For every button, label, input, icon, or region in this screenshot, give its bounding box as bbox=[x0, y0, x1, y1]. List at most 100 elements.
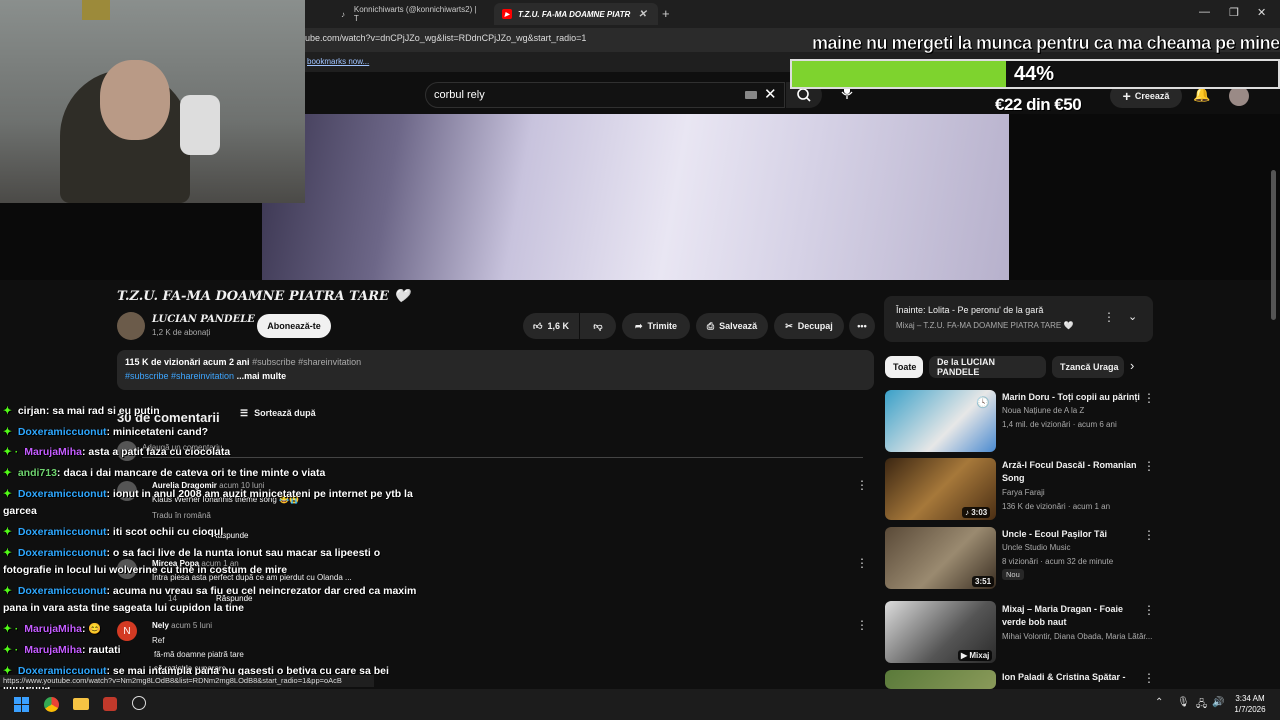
video-menu-icon[interactable]: ⋮ bbox=[1143, 391, 1155, 405]
tab-youtube[interactable]: ▶ T.Z.U. FA-MA DOAMNE PIATR ✕ bbox=[494, 3, 658, 25]
chrome-icon[interactable] bbox=[44, 697, 59, 712]
minimize-icon[interactable]: — bbox=[1199, 6, 1210, 18]
chat-text: : asta a patit faza cu ciocolata bbox=[81, 446, 231, 458]
like-button[interactable]: 👍︎ 1,6 K bbox=[523, 313, 579, 339]
sort-comments-button[interactable]: ☰ Sortează după bbox=[240, 408, 316, 419]
obs-icon[interactable] bbox=[132, 696, 146, 710]
comment-avatar[interactable]: N bbox=[117, 621, 137, 641]
video-menu-icon[interactable]: ⋮ bbox=[1143, 459, 1155, 473]
restore-icon[interactable]: ❐ bbox=[1229, 6, 1239, 19]
video-channel[interactable]: Uncle Studio Music bbox=[1002, 543, 1070, 552]
tiktok-icon: ♪ bbox=[340, 9, 345, 19]
video-menu-icon[interactable]: ⋮ bbox=[1143, 603, 1155, 617]
chat-text: : rautati bbox=[81, 644, 121, 656]
comment-author[interactable]: Nely bbox=[152, 621, 169, 630]
channel-name[interactable]: LUCIAN PANDELE bbox=[152, 314, 255, 325]
dislike-button[interactable]: 👎︎ bbox=[580, 313, 616, 339]
video-title[interactable]: Marin Doru - Toți copii au părinți bbox=[1002, 391, 1142, 404]
share-button[interactable]: ➦ Trimite bbox=[622, 313, 690, 339]
clip-button[interactable]: ✂ Decupaj bbox=[774, 313, 844, 339]
comment-menu-icon[interactable]: ⋮ bbox=[856, 556, 868, 570]
channel-avatar[interactable] bbox=[117, 312, 145, 340]
chat-message: ✦ · MarujaMiha: 😊 bbox=[3, 621, 101, 638]
search-value: corbul rely bbox=[434, 89, 485, 101]
chat-text: : iti scot ochii cu cioqul bbox=[106, 526, 224, 538]
tray-mic-icon[interactable]: 🎙 bbox=[1177, 697, 1190, 708]
video-duration: ♪ 3:03 bbox=[962, 507, 991, 518]
chat-message: ✦ · MarujaMiha: asta a patit faza cu cioc… bbox=[3, 444, 230, 461]
more-actions-button[interactable]: ••• bbox=[849, 313, 875, 339]
close-window-icon[interactable]: ✕ bbox=[1257, 6, 1266, 19]
comment-input-underline bbox=[142, 457, 863, 458]
video-title[interactable]: Uncle - Ecoul Pașilor Tăi bbox=[1002, 528, 1142, 541]
keyboard-icon[interactable] bbox=[745, 91, 757, 99]
translate-link[interactable]: Tradu în română bbox=[152, 511, 211, 520]
chip-all[interactable]: Toate bbox=[885, 356, 923, 378]
comment-time[interactable]: acum 5 luni bbox=[171, 621, 212, 630]
chevron-down-icon[interactable]: ⌄ bbox=[1128, 310, 1137, 323]
chat-badge-icon: ✦ bbox=[3, 585, 12, 597]
chat-text: : 😊 bbox=[81, 623, 102, 635]
account-avatar[interactable] bbox=[1229, 86, 1249, 106]
video-menu-icon[interactable]: ⋮ bbox=[1143, 671, 1155, 685]
bookmarks-link[interactable]: bookmarks now... bbox=[307, 57, 369, 66]
video-title[interactable]: Arză-l Focul Dascăl - Romanian Song bbox=[1002, 459, 1142, 485]
up-next-menu-icon[interactable]: ⋮ bbox=[1103, 310, 1115, 324]
video-title[interactable]: Ion Paladi & Cristina Spătar - bbox=[1002, 671, 1142, 684]
youtube-icon: ▶ bbox=[502, 9, 512, 19]
comment-text: Ref bbox=[152, 636, 165, 645]
comment-header: Nely acum 5 luni bbox=[152, 621, 212, 630]
address-bar[interactable]: ube.com/watch?v=dnCPjJZo_wg&list=RDdnCPj… bbox=[305, 33, 586, 43]
chat-text: : acuma nu vreau sa fiu eu cel neincreza… bbox=[106, 585, 417, 597]
chat-message: ✦ Doxeramiccuonut: ionut in anul 2008 am … bbox=[3, 486, 413, 503]
video-title[interactable]: Mixaj – Maria Dragan - Foaie verde bob n… bbox=[1002, 603, 1142, 629]
chat-message-continued: garcea bbox=[3, 505, 37, 517]
hashtags-link[interactable]: #subscribe #shareinvitation bbox=[125, 371, 234, 381]
donation-progress-fill bbox=[792, 61, 1006, 87]
chat-message: ✦ cirjan: sa mai rad si eu putin bbox=[3, 403, 160, 420]
description-box[interactable] bbox=[117, 350, 874, 390]
app-icon[interactable] bbox=[103, 697, 117, 711]
chat-username: Doxeramiccuonut bbox=[17, 585, 107, 597]
video-channel[interactable]: Mihai Volontir, Diana Obada, Maria Lătăr… bbox=[1002, 632, 1152, 641]
chat-message: ✦ Doxeramiccuonut: acuma nu vreau sa fiu … bbox=[3, 583, 416, 600]
comment-menu-icon[interactable]: ⋮ bbox=[856, 478, 868, 492]
tab-tiktok[interactable]: ♪ Konnichiwarts (@konnichiwarts2) | T bbox=[330, 3, 490, 25]
comment-menu-icon[interactable]: ⋮ bbox=[856, 618, 868, 632]
link-status-bar: https://www.youtube.com/watch?v=Nm2mg8LO… bbox=[0, 675, 374, 687]
video-menu-icon[interactable]: ⋮ bbox=[1143, 528, 1155, 542]
chat-message: ✦ · MarujaMiha: rautati bbox=[3, 642, 121, 659]
network-icon[interactable]: 🖧 bbox=[1196, 697, 1207, 714]
chat-text: : o sa faci live de la nunta ionut sau m… bbox=[106, 547, 381, 559]
chat-badge-icon: ✦ · bbox=[3, 446, 19, 458]
tray-chevron-icon[interactable]: ⌃ bbox=[1155, 697, 1163, 708]
taskbar-clock[interactable]: 3:34 AM 1/7/2026 bbox=[1230, 693, 1270, 715]
new-tab-button[interactable]: + bbox=[662, 6, 670, 21]
playlist-mix-label: ▶ Mixaj bbox=[958, 650, 993, 661]
close-tab-icon[interactable]: ✕ bbox=[638, 9, 646, 20]
clear-search-icon[interactable]: ✕ bbox=[764, 85, 777, 103]
video-meta: 136 K de vizionări · acum 1 an bbox=[1002, 502, 1111, 511]
chip-tzanca[interactable]: Tzancă Uraga bbox=[1052, 356, 1124, 378]
new-badge: Nou bbox=[1002, 569, 1024, 580]
video-thumbnail[interactable] bbox=[885, 670, 996, 689]
save-button[interactable]: ⎙ Salvează bbox=[696, 313, 768, 339]
video-channel[interactable]: Farya Faraji bbox=[1002, 488, 1045, 497]
subscribe-button[interactable]: Abonează-te bbox=[257, 314, 331, 338]
chat-username: Doxeramiccuonut bbox=[17, 488, 107, 500]
microphone bbox=[180, 95, 220, 155]
video-channel[interactable]: Noua Națiune de A la Z bbox=[1002, 406, 1084, 415]
windows-start-icon[interactable] bbox=[14, 697, 30, 718]
show-more-link[interactable]: ...mai multe bbox=[237, 371, 287, 381]
hashtags[interactable]: #subscribe #shareinvitation bbox=[252, 357, 361, 367]
plus-icon: + bbox=[1122, 88, 1131, 104]
chip-from-channel[interactable]: De la LUCIAN PANDELE bbox=[929, 356, 1046, 378]
video-player[interactable] bbox=[262, 114, 1009, 280]
chat-username: MarujaMiha bbox=[24, 446, 82, 458]
streamer-head bbox=[100, 60, 170, 140]
watch-later-icon[interactable]: 🕓 bbox=[976, 396, 990, 409]
folder-icon[interactable] bbox=[73, 698, 89, 710]
chevron-right-icon[interactable]: › bbox=[1130, 358, 1134, 373]
page-scrollbar[interactable] bbox=[1271, 170, 1276, 320]
volume-icon[interactable]: 🔊 bbox=[1212, 697, 1224, 708]
